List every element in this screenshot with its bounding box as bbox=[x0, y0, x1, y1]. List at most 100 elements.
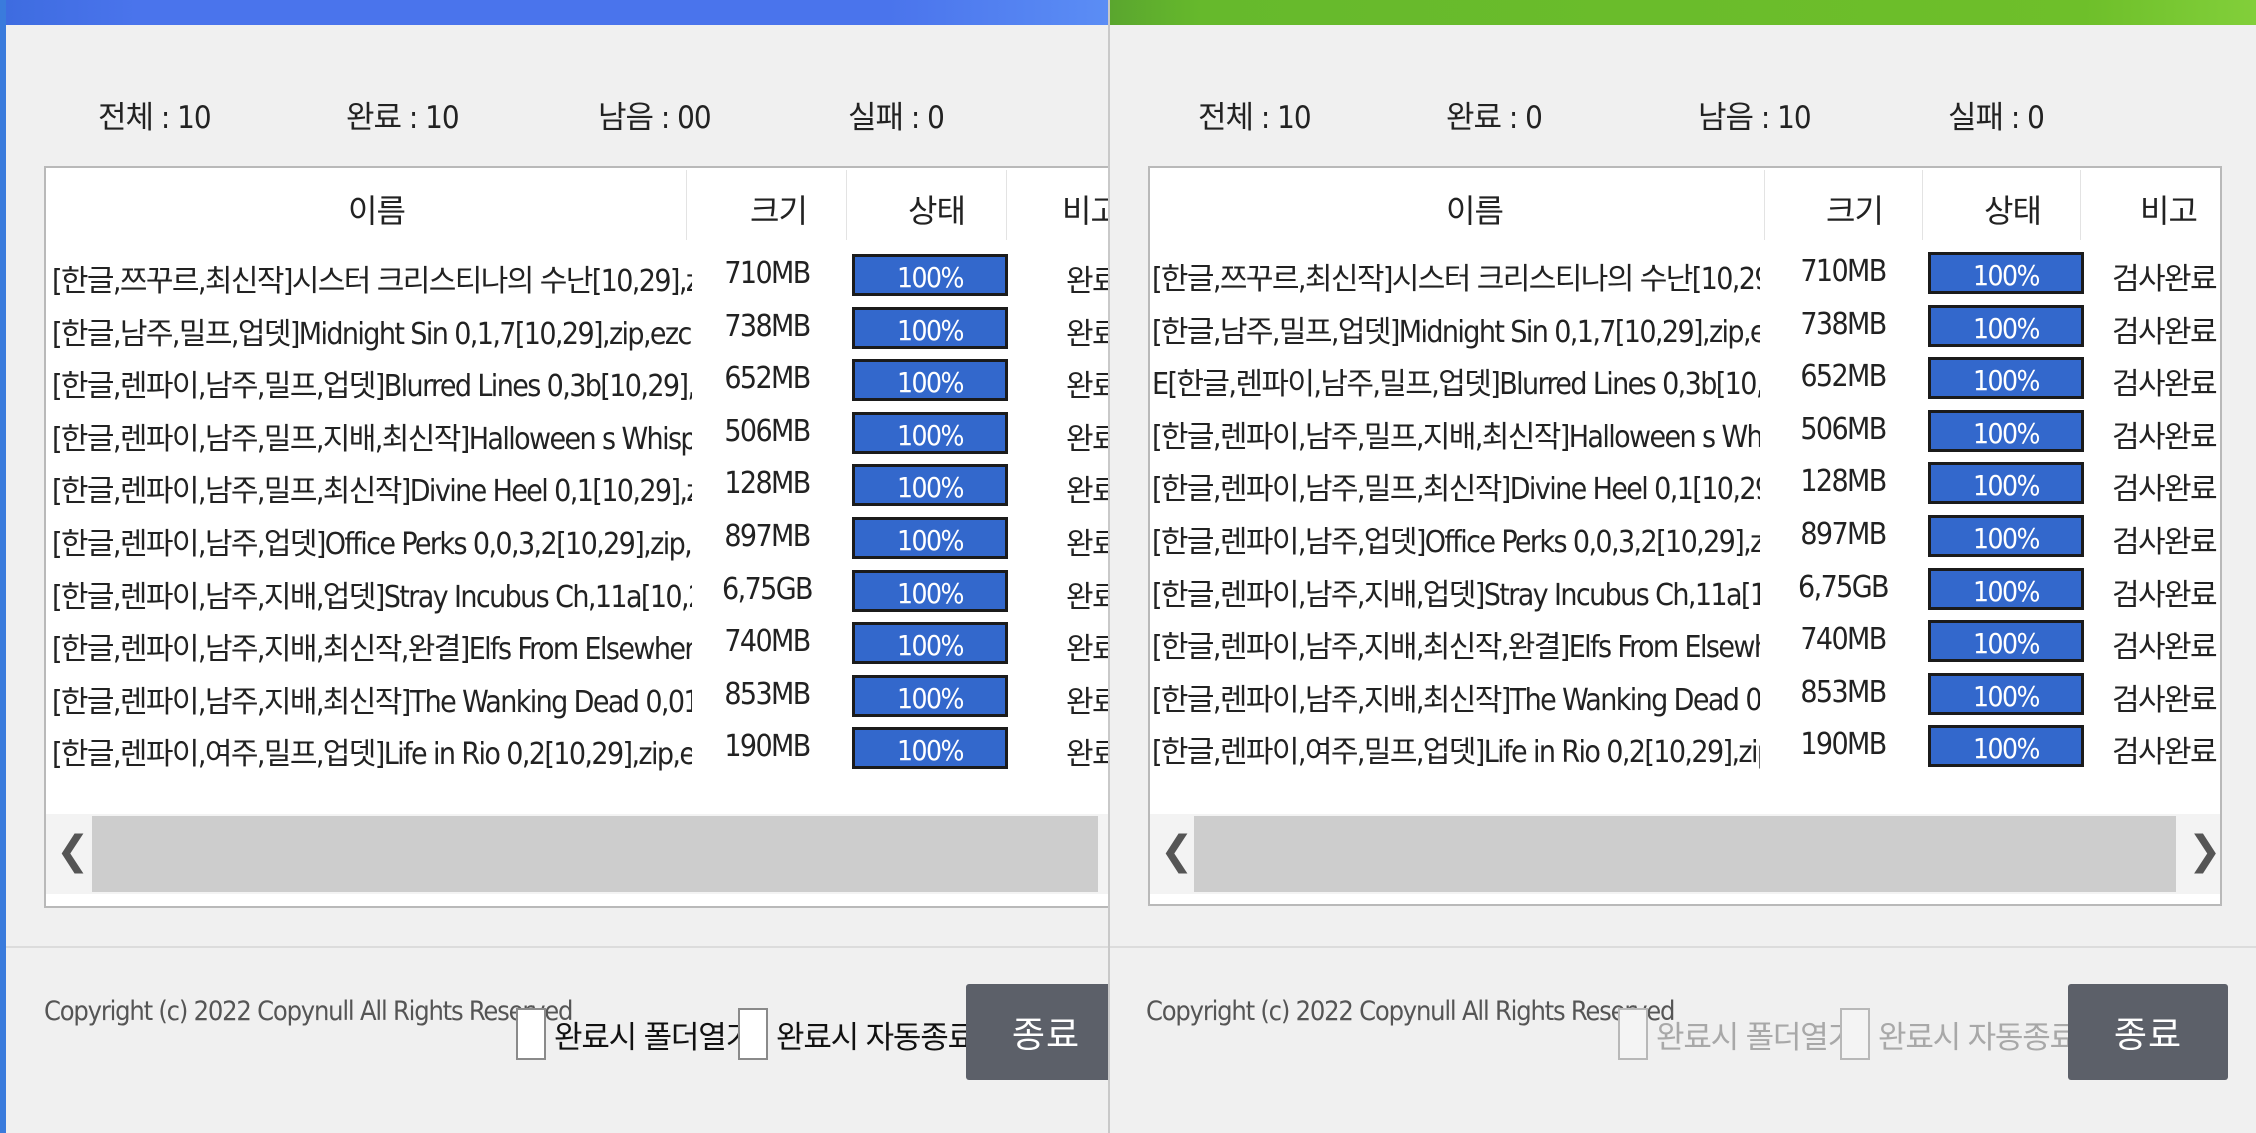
left-title-bar[interactable] bbox=[6, 0, 1108, 25]
file-size: 506MB bbox=[1800, 411, 1887, 447]
open-folder-label[interactable]: 완료시 폴더열기 bbox=[1656, 1012, 1856, 1057]
file-list[interactable]: 이름 크기 상태 비고 [한글,쯔꾸르,최신작]시스터 크리스티나의 수난[10… bbox=[1148, 166, 2222, 906]
auto-close-label[interactable]: 완료시 자동종료 bbox=[1878, 1012, 2078, 1057]
column-header-name[interactable]: 이름 bbox=[1446, 186, 1504, 232]
table-row[interactable]: [한글,남주,밀프,업뎃]Midnight Sin 0,1,7[10,29],z… bbox=[1150, 301, 2220, 354]
table-row[interactable]: [한글,렌파이,남주,업뎃]Office Perks 0,0,3,2[10,29… bbox=[1150, 511, 2220, 564]
progress-text: 100% bbox=[1972, 311, 2041, 345]
chevron-left-icon[interactable]: ❮ bbox=[56, 828, 90, 874]
progress-text: 100% bbox=[896, 418, 965, 452]
checkbox-box[interactable] bbox=[516, 1008, 546, 1060]
chevron-left-icon[interactable]: ❮ bbox=[1160, 828, 1194, 874]
progress-bar: 100% bbox=[852, 359, 1008, 402]
progress-text: 100% bbox=[1972, 469, 2041, 503]
progress-bar: 100% bbox=[1928, 462, 2084, 505]
progress-bar: 100% bbox=[1928, 409, 2084, 452]
checkbox-box[interactable] bbox=[738, 1008, 768, 1060]
progress-bar: 100% bbox=[852, 517, 1008, 559]
checkbox-box[interactable] bbox=[1618, 1008, 1648, 1060]
auto-close-label[interactable]: 완료시 자동종료 bbox=[776, 1012, 976, 1057]
open-folder-checkbox[interactable]: 완료시 폴더열기 bbox=[1618, 1008, 1856, 1060]
open-folder-label[interactable]: 완료시 폴더열기 bbox=[554, 1012, 754, 1057]
table-row[interactable]: [한글,렌파이,남주,업뎃]Office Perks 0,0,3,2[10,29… bbox=[46, 513, 1108, 566]
file-name: [한글,렌파이,남주,업뎃]Office Perks 0,0,3,2[10,29… bbox=[52, 527, 692, 562]
chevron-right-icon[interactable]: ❯ bbox=[2188, 828, 2220, 874]
table-row[interactable]: [한글,렌파이,남주,지배,최신작]The Wanking Dead 0,01a… bbox=[1150, 669, 2220, 722]
footer-divider bbox=[1110, 946, 2256, 948]
stat-done: 완료 : 0 bbox=[1446, 100, 1543, 136]
column-header-status[interactable]: 상태 bbox=[908, 186, 966, 232]
column-header-size[interactable]: 크기 bbox=[750, 186, 808, 232]
column-header-size[interactable]: 크기 bbox=[1826, 186, 1884, 232]
file-note: 검사완료 bbox=[2112, 419, 2218, 455]
column-divider bbox=[1764, 170, 1765, 240]
file-size: 652MB bbox=[724, 361, 811, 397]
horizontal-scrollbar[interactable]: ❮ ❯ bbox=[1150, 814, 2220, 894]
progress-text: 100% bbox=[896, 366, 965, 400]
table-row[interactable]: [한글,렌파이,남주,지배,업뎃]Stray Incubus Ch,11a[10… bbox=[1150, 564, 2220, 617]
progress-bar: 100% bbox=[1928, 620, 2084, 663]
table-row[interactable]: [한글,쯔꾸르,최신작]시스터 크리스티나의 수난[10,29],zip,ezc… bbox=[46, 250, 1108, 303]
copyright-text: Copyright (c) 2022 Copynull All Rights R… bbox=[44, 996, 573, 1027]
left-window: 전체 : 10 완료 : 10 남음 : 00 실패 : 0 이름 크기 상태 … bbox=[0, 0, 1108, 1133]
horizontal-scrollbar[interactable]: ❮ ❯ bbox=[46, 814, 1108, 894]
column-header-status[interactable]: 상태 bbox=[1984, 186, 2042, 232]
column-header-name[interactable]: 이름 bbox=[348, 186, 406, 232]
open-folder-checkbox[interactable]: 완료시 폴더열기 bbox=[516, 1008, 754, 1060]
file-size: 738MB bbox=[1800, 306, 1887, 342]
progress-text: 100% bbox=[1972, 522, 2041, 555]
file-size: 853MB bbox=[1800, 674, 1887, 710]
file-size: 740MB bbox=[724, 624, 811, 660]
progress-text: 100% bbox=[896, 629, 965, 663]
table-row[interactable]: [한글,렌파이,남주,지배,업뎃]Stray Incubus Ch,11a[10… bbox=[46, 566, 1108, 619]
progress-text: 100% bbox=[1972, 679, 2041, 713]
table-row[interactable]: E[한글,렌파이,남주,밀프,업뎃]Blurred Lines 0,3b[10,… bbox=[1150, 353, 2220, 406]
footer-divider bbox=[6, 946, 1108, 948]
column-divider bbox=[686, 170, 687, 240]
file-size: 710MB bbox=[1800, 254, 1887, 289]
file-note: 검사완료 bbox=[2112, 682, 2218, 718]
file-size: 897MB bbox=[724, 519, 811, 554]
table-row[interactable]: [한글,렌파이,여주,밀프,업뎃]Life in Rio 0,2[10,29],… bbox=[46, 723, 1108, 776]
progress-text: 100% bbox=[896, 261, 965, 294]
file-note: 완료 bbox=[1066, 421, 1108, 457]
table-row[interactable]: [한글,렌파이,여주,밀프,업뎃]Life in Rio 0,2[10,29],… bbox=[1150, 721, 2220, 774]
file-name: [한글,렌파이,여주,밀프,업뎃]Life in Rio 0,2[10,29],… bbox=[52, 737, 692, 773]
table-row[interactable]: [한글,쯔꾸르,최신작]시스터 크리스티나의 수난[10,29],zip,ezc… bbox=[1150, 248, 2220, 301]
close-button[interactable]: 종료 bbox=[966, 984, 1108, 1080]
table-row[interactable]: [한글,렌파이,남주,밀프,지배,최신작]Halloween s Whisper… bbox=[1150, 406, 2220, 459]
file-note: 완료 bbox=[1066, 737, 1108, 773]
column-header-note[interactable]: 비고 bbox=[2140, 186, 2198, 232]
file-size: 740MB bbox=[1800, 622, 1887, 658]
auto-close-checkbox[interactable]: 완료시 자동종료 bbox=[738, 1008, 976, 1060]
close-button[interactable]: 종료 bbox=[2068, 984, 2228, 1080]
table-row[interactable]: [한글,렌파이,남주,지배,최신작,완결]Elfs From Elsewhere… bbox=[1150, 616, 2220, 669]
table-row[interactable]: [한글,렌파이,남주,밀프,지배,최신작]Halloween s Whisper… bbox=[46, 408, 1108, 461]
table-row[interactable]: [한글,렌파이,남주,지배,최신작,완결]Elfs From Elsewhere… bbox=[46, 618, 1108, 671]
file-size: 738MB bbox=[724, 308, 811, 344]
checkbox-box[interactable] bbox=[1840, 1008, 1870, 1060]
stat-done: 완료 : 10 bbox=[346, 100, 460, 136]
table-row[interactable]: [한글,렌파이,남주,밀프,최신작]Divine Heel 0,1[10,29]… bbox=[46, 460, 1108, 513]
right-title-bar[interactable] bbox=[1110, 0, 2256, 25]
file-size: 710MB bbox=[724, 256, 811, 291]
progress-bar: 100% bbox=[1928, 252, 2084, 294]
stat-total: 전체 : 10 bbox=[1198, 100, 1312, 136]
progress-text: 100% bbox=[896, 576, 965, 610]
table-row[interactable]: [한글,렌파이,남주,지배,최신작]The Wanking Dead 0,01a… bbox=[46, 671, 1108, 724]
right-window: 전체 : 10 완료 : 0 남음 : 10 실패 : 0 이름 크기 상태 비… bbox=[1108, 0, 2256, 1133]
auto-close-checkbox[interactable]: 완료시 자동종료 bbox=[1840, 1008, 2078, 1060]
scrollbar-thumb[interactable] bbox=[1194, 816, 2176, 892]
progress-bar: 100% bbox=[852, 622, 1008, 665]
file-list[interactable]: 이름 크기 상태 비고 [한글,쯔꾸르,최신작]시스터 크리스티나의 수난[10… bbox=[44, 166, 1108, 908]
column-divider bbox=[846, 170, 847, 240]
table-row[interactable]: [한글,남주,밀프,업뎃]Midnight Sin 0,1,7[10,29],z… bbox=[46, 303, 1108, 356]
column-header-note[interactable]: 비고 bbox=[1062, 186, 1108, 232]
scrollbar-thumb[interactable] bbox=[92, 816, 1098, 892]
file-note: 완료 bbox=[1066, 632, 1108, 668]
table-row[interactable]: [한글,렌파이,남주,밀프,최신작]Divine Heel 0,1[10,29]… bbox=[1150, 458, 2220, 511]
progress-bar: 100% bbox=[1928, 725, 2084, 768]
progress-text: 100% bbox=[1972, 627, 2041, 661]
table-row[interactable]: [한글,렌파이,남주,밀프,업뎃]Blurred Lines 0,3b[10,2… bbox=[46, 355, 1108, 408]
file-name: [한글,쯔꾸르,최신작]시스터 크리스티나의 수난[10,29],zip,ezc bbox=[1152, 262, 1760, 297]
